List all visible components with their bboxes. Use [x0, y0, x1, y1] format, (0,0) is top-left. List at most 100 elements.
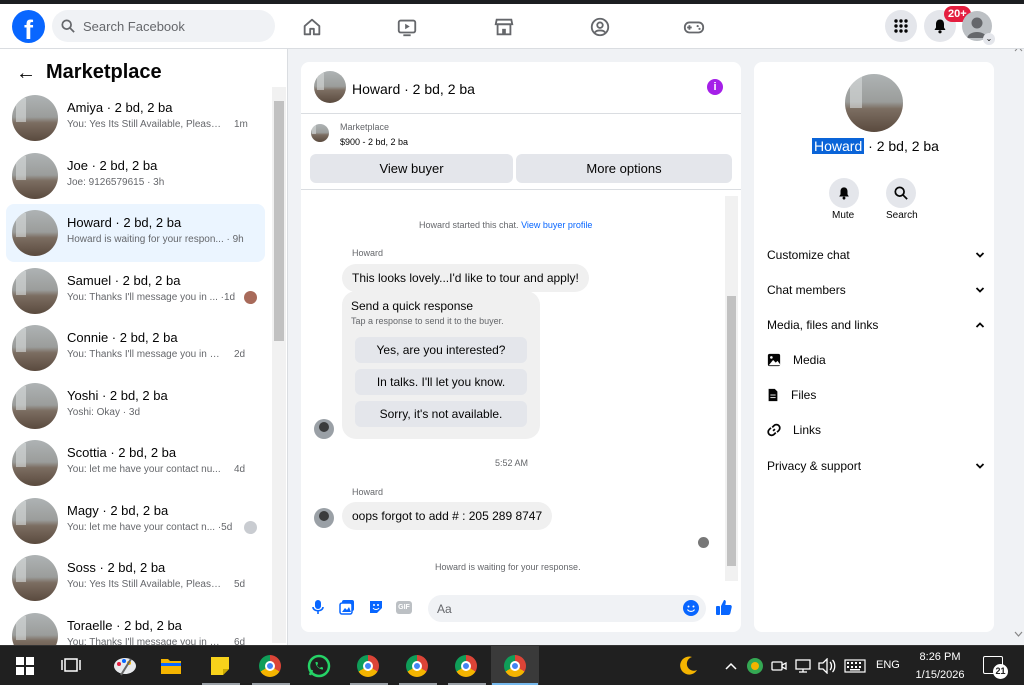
more-options-button[interactable]: More options — [516, 154, 732, 183]
message-bubble[interactable]: oops forgot to add # : 205 289 8747 — [342, 502, 553, 530]
conversation-scottia[interactable]: Scottia · 2 bd, 2 ba You: let me have yo… — [6, 434, 265, 492]
task-view-icon[interactable] — [58, 653, 84, 679]
search-input[interactable]: Search Facebook — [52, 10, 275, 42]
media-row[interactable]: Media — [767, 353, 826, 367]
network-icon[interactable] — [790, 653, 816, 679]
whatsapp-icon[interactable] — [306, 653, 332, 679]
media-files-links-row[interactable]: Media, files and links — [767, 318, 985, 332]
start-icon[interactable] — [12, 653, 38, 679]
input-language[interactable]: ENG — [876, 659, 900, 671]
conversation-time: 1m — [234, 119, 248, 130]
conversation-samuel[interactable]: Samuel · 2 bd, 2 ba You: Thanks I'll mes… — [6, 262, 265, 320]
sticker-icon[interactable] — [367, 598, 385, 616]
microphone-icon[interactable] — [309, 598, 327, 616]
touch-keyboard-icon[interactable] — [842, 653, 868, 679]
chat-members-label: Chat members — [767, 283, 846, 297]
conversation-magy[interactable]: Magy · 2 bd, 2 ba You: let me have your … — [6, 492, 265, 550]
mute-button[interactable] — [829, 178, 859, 208]
view-buyer-profile-link[interactable]: View buyer profile — [521, 220, 592, 230]
meet-now-icon[interactable] — [766, 653, 792, 679]
security-tray-icon[interactable] — [742, 653, 768, 679]
back-arrow-icon[interactable]: ← — [16, 63, 36, 83]
night-light-icon[interactable] — [675, 653, 701, 679]
sender-avatar[interactable] — [314, 508, 334, 528]
files-row[interactable]: Files — [767, 388, 816, 402]
conversation-joe[interactable]: Joe · 2 bd, 2 ba Joe: 9126579615 · 3h — [6, 147, 265, 205]
home-icon[interactable] — [299, 14, 325, 40]
tray-overflow-icon[interactable] — [718, 653, 744, 679]
scrollbar-thumb[interactable] — [727, 296, 736, 566]
grid-menu-icon[interactable] — [885, 10, 917, 42]
file-icon — [768, 388, 778, 402]
message-bubble[interactable]: This looks lovely...I'd like to tour and… — [342, 264, 589, 292]
gif-icon[interactable]: GIF — [395, 598, 413, 616]
search-conversation-button[interactable] — [886, 178, 916, 208]
conversation-yoshi[interactable]: Yoshi · 2 bd, 2 ba Yoshi: Okay · 3d — [6, 377, 265, 435]
conversation-preview: You: let me have your contact n... ·5d — [67, 522, 233, 533]
chat-title[interactable]: Howard · 2 bd, 2 ba — [352, 81, 475, 97]
chat-started-notice: Howard started this chat. View buyer pro… — [419, 220, 592, 230]
conversation-preview: You: let me have your contact nu... — [67, 464, 221, 475]
quick-reply-button[interactable]: In talks. I'll let you know. — [355, 369, 527, 395]
window-scrollbar[interactable] — [1013, 46, 1024, 645]
volume-icon[interactable] — [814, 653, 840, 679]
scrollbar-thumb[interactable] — [274, 101, 284, 341]
quick-reply-button[interactable]: Yes, are you interested? — [355, 337, 527, 363]
quick-reply-button[interactable]: Sorry, it's not available. — [355, 401, 527, 427]
customize-chat-row[interactable]: Customize chat — [767, 248, 985, 262]
image-icon[interactable] — [338, 598, 356, 616]
conversation-amiya[interactable]: Amiya · 2 bd, 2 ba You: Yes Its Still Av… — [6, 89, 265, 147]
listing-mini-thumbnail — [311, 124, 329, 142]
account-chevron-icon[interactable]: ⌄ — [983, 33, 995, 45]
conversation-howard[interactable]: Howard · 2 bd, 2 ba Howard is waiting fo… — [6, 204, 265, 262]
chat-scrollbar[interactable] — [725, 196, 738, 581]
facebook-logo-icon[interactable]: f — [12, 10, 45, 43]
chevron-up-icon — [975, 322, 985, 328]
media-label: Media — [793, 353, 826, 367]
file-explorer-icon[interactable] — [158, 653, 184, 679]
sidebar-header: ← Marketplace — [16, 61, 162, 84]
chat-listing-thumbnail[interactable] — [314, 71, 346, 103]
chat-members-row[interactable]: Chat members — [767, 283, 985, 297]
view-buyer-button[interactable]: View buyer — [310, 154, 513, 183]
sidebar-scrollbar[interactable] — [272, 87, 286, 643]
groups-icon[interactable] — [587, 14, 613, 40]
search-icon — [61, 19, 75, 33]
watch-icon[interactable] — [394, 14, 420, 40]
chrome-profile-m-icon[interactable] — [257, 653, 283, 679]
selected-name-text[interactable]: Howard — [812, 138, 865, 154]
conversation-connie[interactable]: Connie · 2 bd, 2 ba You: Thanks I'll mes… — [6, 319, 265, 377]
links-row[interactable]: Links — [767, 423, 821, 437]
marketplace-icon[interactable] — [491, 14, 517, 40]
conversation-soss[interactable]: Soss · 2 bd, 2 ba You: Yes Its Still Ava… — [6, 549, 265, 607]
info-icon[interactable]: i — [707, 79, 723, 95]
customize-chat-label: Customize chat — [767, 248, 850, 262]
chrome-profile-2-icon[interactable] — [404, 653, 430, 679]
chrome-icon[interactable] — [355, 653, 381, 679]
message-composer-input[interactable]: Aa — [428, 595, 706, 622]
listing-profile-photo[interactable] — [845, 74, 903, 132]
conversation-preview: You: Thanks I'll message you in a ... — [67, 349, 225, 360]
chrome-profile-3-icon[interactable] — [453, 653, 479, 679]
conversation-name: Scottia · 2 bd, 2 ba — [67, 445, 177, 460]
conversation-time: 5d — [234, 579, 246, 590]
conversation-preview: Yoshi: Okay · 3d — [67, 407, 141, 418]
paint-icon[interactable] — [112, 653, 138, 679]
thumbs-up-icon[interactable] — [715, 598, 733, 616]
chrome-profile-4-icon[interactable] — [502, 653, 528, 679]
notification-center-icon[interactable]: 21 — [983, 656, 1008, 679]
quick-response-subtitle: Tap a response to send it to the buyer. — [351, 316, 504, 326]
sender-avatar[interactable] — [314, 419, 334, 439]
sidebar-title: Marketplace — [46, 61, 162, 83]
chat-header: Howard · 2 bd, 2 ba i — [301, 62, 741, 114]
gaming-icon[interactable] — [681, 14, 707, 40]
sticky-notes-icon[interactable] — [207, 653, 233, 679]
privacy-support-row[interactable]: Privacy & support — [767, 459, 985, 473]
system-clock[interactable]: 8:26 PM 1/15/2026 — [905, 648, 975, 684]
conversation-name: Samuel · 2 bd, 2 ba — [67, 273, 181, 288]
search-label: Search — [886, 210, 918, 221]
conversation-name: Toraelle · 2 bd, 2 ba — [67, 618, 182, 633]
emoji-icon[interactable] — [683, 600, 699, 616]
seen-avatar-icon — [244, 521, 257, 534]
conversation-toraelle[interactable]: Toraelle · 2 bd, 2 ba You: Thanks I'll m… — [6, 607, 265, 645]
